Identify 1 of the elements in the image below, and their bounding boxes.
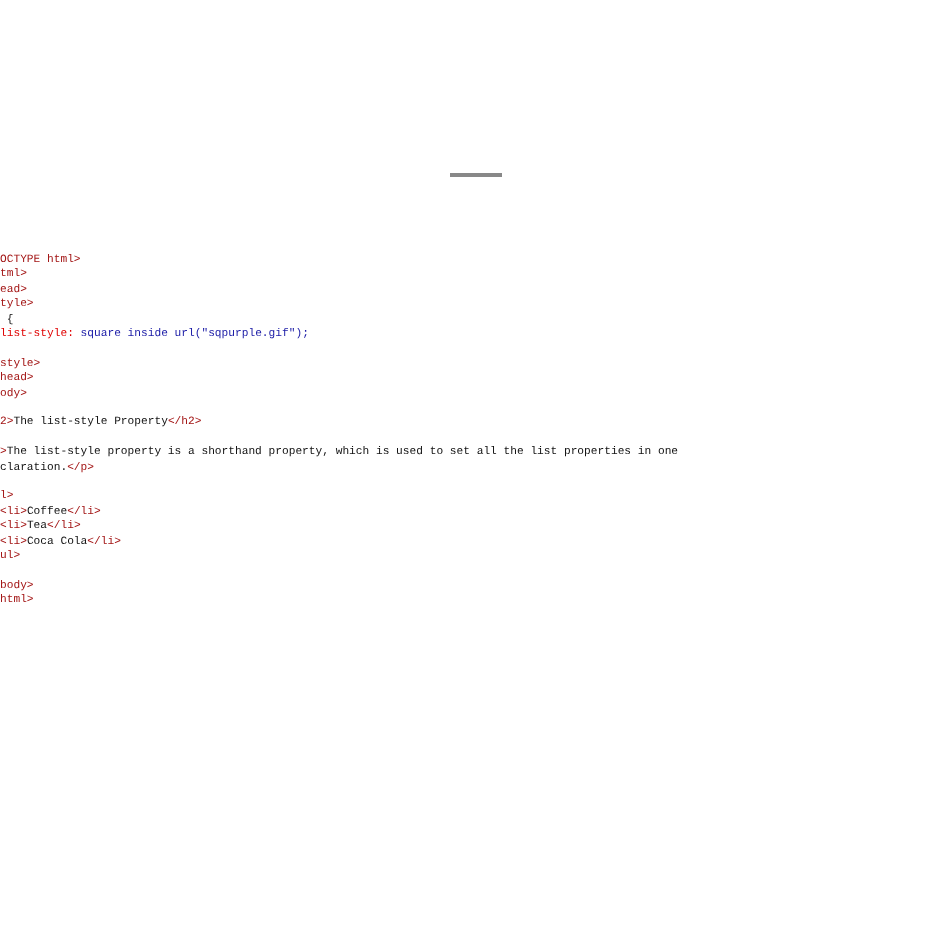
caption-mark [450, 172, 502, 178]
